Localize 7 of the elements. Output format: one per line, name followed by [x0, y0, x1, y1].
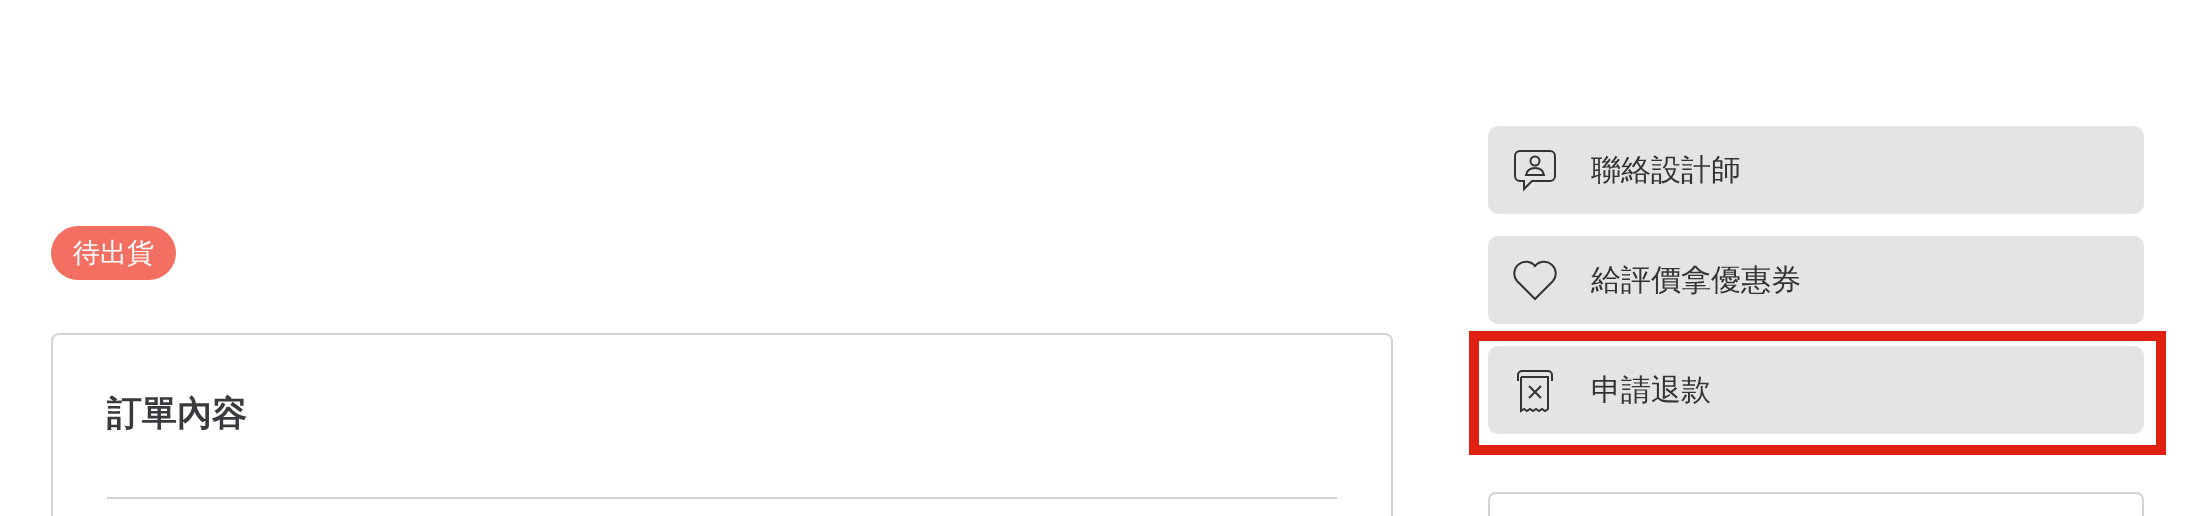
- action-button[interactable]: 申請退款: [1488, 346, 2144, 434]
- heart-icon: [1512, 259, 1558, 301]
- card-title: 訂單內容: [107, 392, 247, 434]
- action-button[interactable]: 給評價拿優惠券: [1488, 236, 2144, 324]
- status-badge: 待出貨: [51, 226, 176, 280]
- action-button[interactable]: 聯絡設計師: [1488, 126, 2144, 214]
- chat-person-icon: [1512, 147, 1558, 193]
